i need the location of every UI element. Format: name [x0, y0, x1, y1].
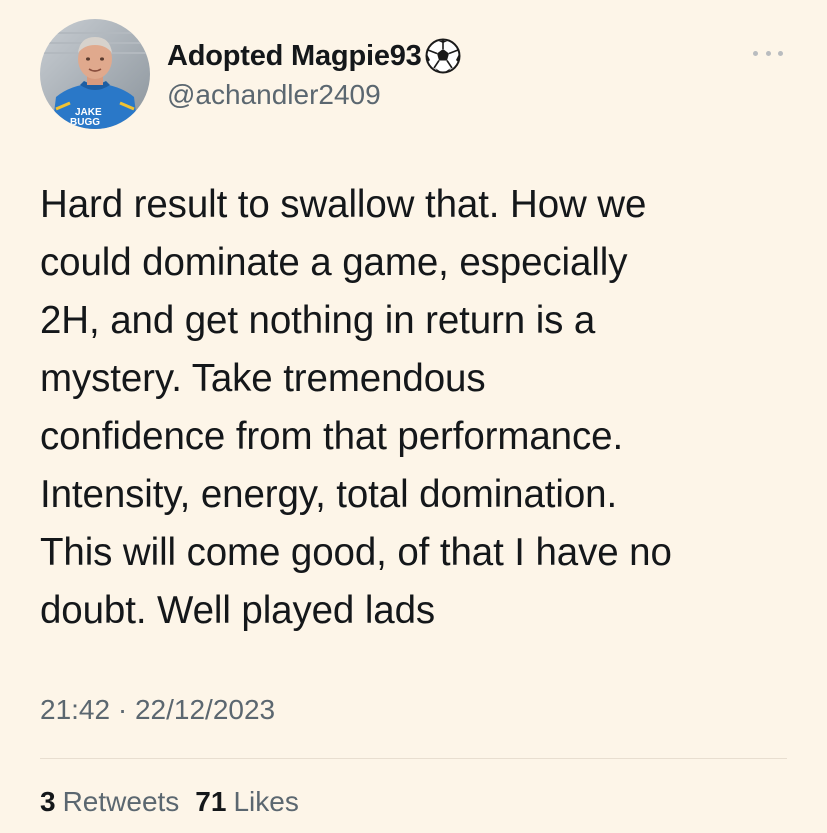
tweet-card: JAKE BUGG Adopted Magpie93 @achandler240… [0, 0, 827, 833]
more-options-icon[interactable] [753, 48, 783, 58]
name-row: Adopted Magpie93 [167, 36, 461, 76]
tweet-time: 21:42 [40, 694, 111, 725]
tweet-text-line: This will come good, of that I have no [40, 531, 672, 574]
dot [765, 50, 771, 56]
likes-stat[interactable]: 71 Likes [195, 786, 299, 818]
likes-label: Likes [233, 786, 299, 817]
tweet-stats: 3 Retweets 71 Likes [40, 786, 299, 818]
tweet-text-line: confidence from that performance. [40, 415, 624, 458]
tweet-timestamp[interactable]: 21:42 · 22/12/2023 [40, 694, 275, 726]
tweet-text-line: could dominate a game, especially [40, 241, 628, 284]
divider [40, 758, 787, 759]
tweet-text-line: Intensity, energy, total domination. [40, 473, 618, 516]
retweets-count: 3 [40, 786, 56, 817]
timestamp-separator: · [117, 694, 128, 725]
tweet-date: 22/12/2023 [134, 694, 276, 725]
tweet-text-line: Hard result to swallow that. How we [40, 183, 647, 226]
tweet-text: Hard result to swallow that. How we coul… [40, 176, 800, 640]
retweets-stat[interactable]: 3 Retweets [40, 786, 179, 818]
tweet-text-line: mystery. Take tremendous [40, 357, 486, 400]
tweet-text-line: 2H, and get nothing in return is a [40, 299, 596, 342]
user-handle[interactable]: @achandler2409 [167, 79, 381, 111]
likes-count: 71 [195, 786, 227, 817]
tweet-text-line: doubt. Well played lads [40, 589, 436, 632]
avatar[interactable]: JAKE BUGG [40, 19, 150, 129]
avatar-image: JAKE BUGG [40, 19, 150, 129]
avatar-shirt-text-2: BUGG [70, 117, 100, 128]
soccer-ball-icon [425, 38, 461, 74]
dot [753, 50, 758, 56]
retweets-label: Retweets [62, 786, 180, 817]
display-name[interactable]: Adopted Magpie93 [167, 40, 422, 73]
dot [778, 50, 783, 56]
